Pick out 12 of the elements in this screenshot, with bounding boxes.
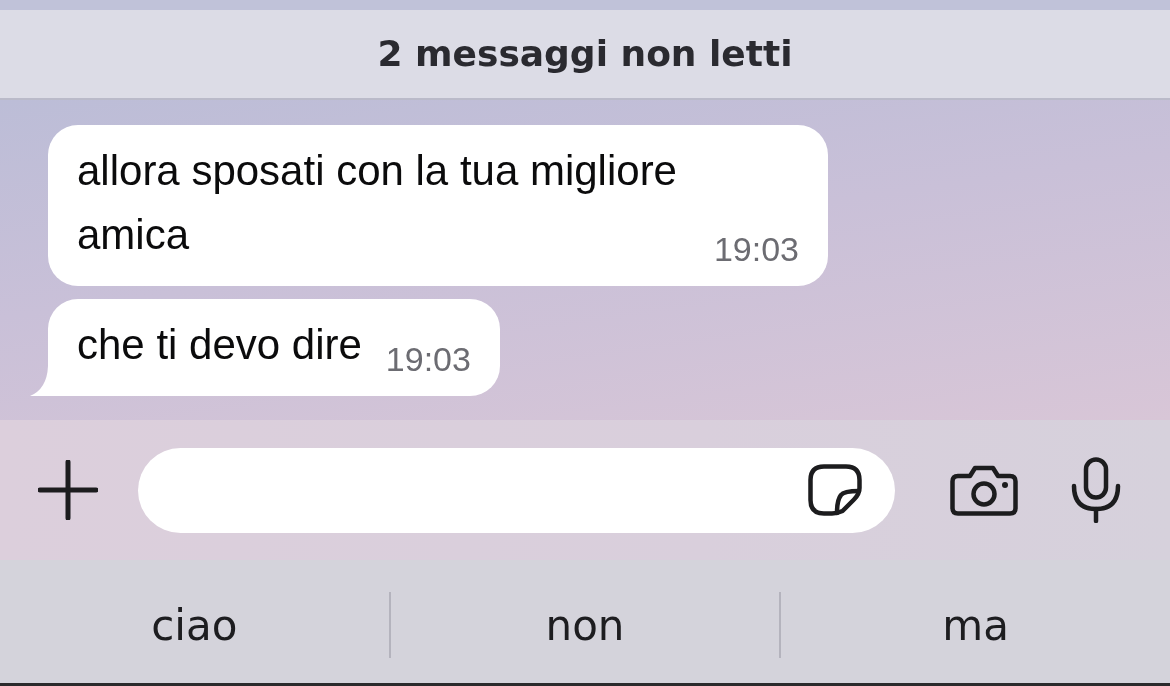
message-text: che ti devo dire <box>77 321 362 368</box>
message-time: 19:03 <box>385 341 471 377</box>
add-icon[interactable] <box>38 460 98 520</box>
camera-icon[interactable] <box>950 464 1018 516</box>
microphone-icon[interactable] <box>1070 457 1122 523</box>
suggestion-word[interactable]: ma <box>779 592 1170 658</box>
sticker-icon[interactable] <box>808 464 862 516</box>
message-time: 19:03 <box>713 231 799 267</box>
message-text: allora sposati con la tua migliore amica <box>77 147 677 258</box>
unread-count-text: 2 messaggi non letti <box>377 32 793 76</box>
suggestion-word[interactable]: ciao <box>0 592 389 658</box>
suggestion-word[interactable]: non <box>388 592 780 658</box>
